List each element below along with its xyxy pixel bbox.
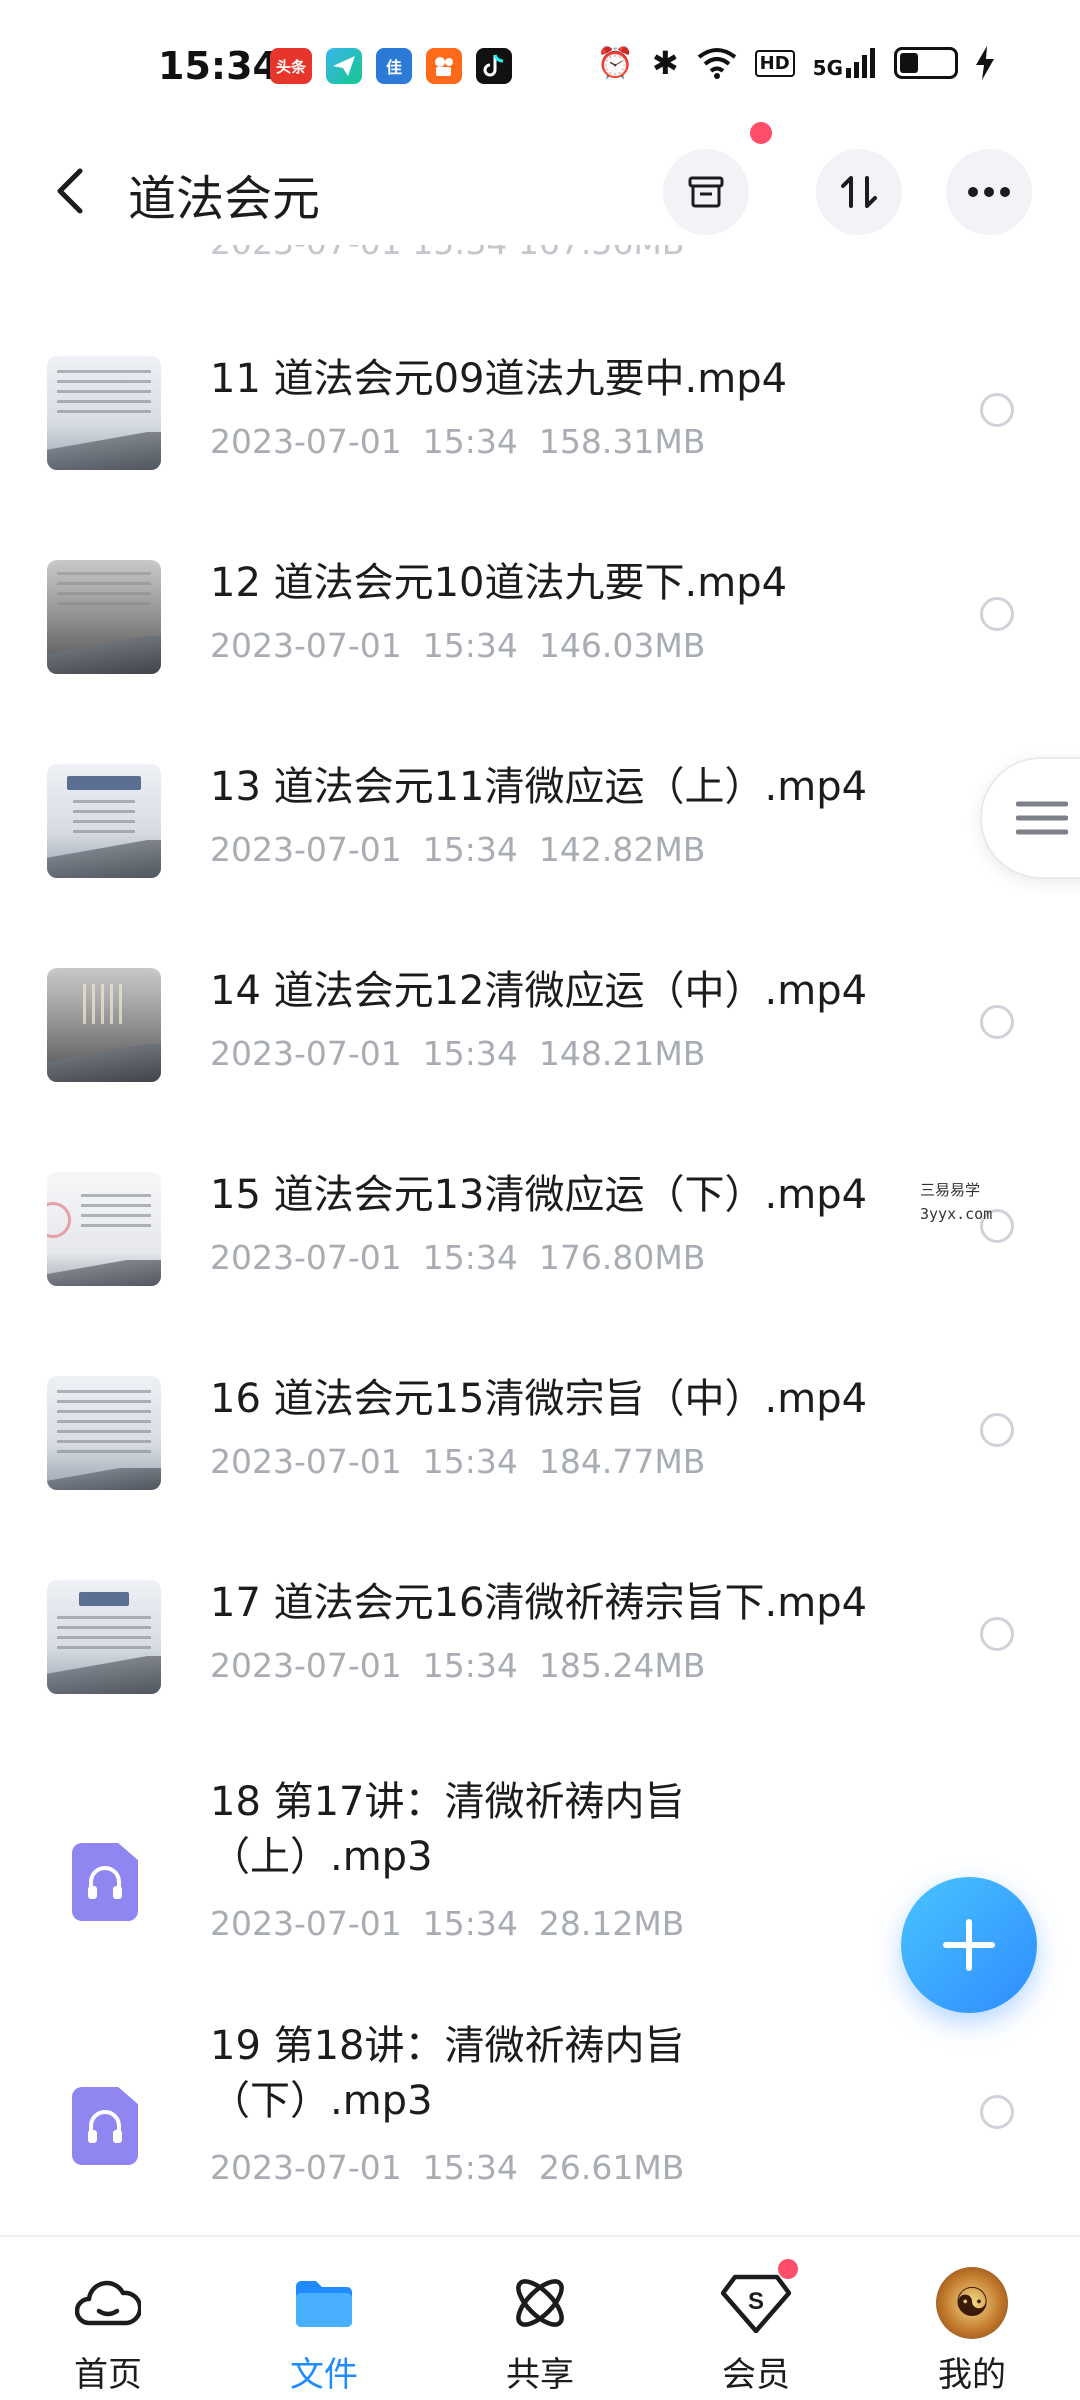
audio-file-icon [72, 2087, 138, 2165]
nav-home[interactable]: 首页 [28, 2237, 188, 2400]
file-name: 14 道法会元12清微应运（中）.mp4 [210, 968, 868, 1014]
feishu-icon [326, 48, 362, 84]
file-row[interactable]: 15 道法会元13清微应运（下）.mp4 2023-07-01 15:34 17… [0, 1127, 1080, 1331]
sort-arrows-icon [841, 176, 877, 208]
select-checkbox[interactable] [980, 1413, 1014, 1447]
nav-label: 首页 [74, 2355, 142, 2395]
archive-box-icon [688, 176, 724, 208]
kuaishou-icon [426, 48, 462, 84]
system-icons: ⏰ ✱ HD 5G [596, 44, 994, 82]
watermark-line-2: 3yyx.com [920, 1205, 993, 1223]
audio-file-icon [72, 1843, 138, 1921]
file-meta: 2023-07-01 15:34 148.21MB [210, 1034, 706, 1073]
more-dots-icon [968, 187, 1010, 197]
file-row[interactable]: 11 道法会元09道法九要中.mp4 2023-07-01 15:34 158.… [0, 311, 1080, 515]
network-type: 5G [812, 56, 843, 80]
file-meta: 2023-07-01 15:34 185.24MB [210, 1646, 706, 1685]
nav-share[interactable]: 共享 [460, 2237, 620, 2400]
sort-button[interactable] [816, 149, 902, 235]
video-thumbnail [47, 560, 161, 674]
file-name: 13 道法会元11清微应运（上）.mp4 [210, 764, 868, 810]
file-row[interactable]: 16 道法会元15清微宗旨（中）.mp4 2023-07-01 15:34 18… [0, 1331, 1080, 1535]
partial-file-row[interactable]: 2023-07-01 15:34 167.56MB [0, 245, 1080, 271]
watermark-line-1: 三易易学 [920, 1181, 981, 1199]
nav-vip[interactable]: S 会员 [676, 2237, 836, 2400]
nav-files[interactable]: 文件 [244, 2237, 404, 2400]
folder-icon [288, 2267, 360, 2339]
file-name-line-2: （上）.mp3 [210, 1834, 433, 1880]
vip-diamond-icon: S [720, 2259, 798, 2339]
plus-icon [943, 1919, 995, 1971]
svg-text:S: S [748, 2288, 764, 2315]
archive-button[interactable] [663, 149, 749, 235]
notification-icons: 头条 佳 [270, 48, 512, 84]
signal-icon: 5G [813, 48, 876, 78]
file-meta: 2023-07-01 15:34 167.56MB [210, 245, 684, 262]
select-checkbox[interactable] [980, 2095, 1014, 2129]
file-name-line-1: 19 第18讲：清微祈祷内旨 [210, 2023, 685, 2069]
file-meta: 2023-07-01 15:34 28.12MB [210, 1904, 685, 1943]
nav-label: 共享 [506, 2355, 574, 2395]
more-button[interactable] [946, 149, 1032, 235]
file-meta: 2023-07-01 15:34 146.03MB [210, 626, 706, 665]
vip-badge-dot [778, 2259, 798, 2279]
headphones-icon [88, 2110, 122, 2143]
file-name-line-1: 18 第17讲：清微祈祷内旨 [210, 1779, 685, 1825]
file-meta: 2023-07-01 15:34 26.61MB [210, 2148, 685, 2187]
video-thumbnail [47, 1580, 161, 1694]
jia-app-icon: 佳 [376, 48, 412, 84]
bottom-nav: 首页 文件 共享 S 会员 我的 [0, 2235, 1080, 2400]
file-name: 16 道法会元15清微宗旨（中）.mp4 [210, 1376, 868, 1422]
video-thumbnail [47, 968, 161, 1082]
file-meta: 2023-07-01 15:34 158.31MB [210, 422, 706, 461]
nav-label: 会员 [722, 2355, 790, 2395]
cloud-home-icon [72, 2267, 144, 2339]
back-arrow-icon [57, 168, 83, 214]
video-thumbnail [47, 1376, 161, 1490]
status-bar: 15:34 头条 佳 ⏰ ✱ HD 5G [0, 0, 1080, 135]
charging-icon [976, 46, 994, 80]
battery-icon [894, 47, 958, 79]
notification-dot [750, 122, 772, 144]
file-meta: 2023-07-01 15:34 142.82MB [210, 830, 706, 869]
file-name: 11 道法会元09道法九要中.mp4 [210, 356, 788, 402]
select-checkbox[interactable] [980, 1617, 1014, 1651]
nav-profile[interactable]: 我的 [892, 2237, 1052, 2400]
status-time: 15:34 [158, 44, 279, 88]
add-button[interactable] [901, 1877, 1037, 2013]
wifi-icon [697, 48, 736, 79]
select-checkbox[interactable] [980, 1005, 1014, 1039]
file-name-line-2: （下）.mp3 [210, 2078, 433, 2124]
select-checkbox[interactable] [980, 393, 1014, 427]
file-row[interactable]: 14 道法会元12清微应运（中）.mp4 2023-07-01 15:34 14… [0, 923, 1080, 1127]
video-thumbnail [47, 1172, 161, 1286]
file-meta: 2023-07-01 15:34 176.80MB [210, 1238, 706, 1277]
file-name: 15 道法会元13清微应运（下）.mp4 [210, 1172, 868, 1218]
tiktok-icon [476, 48, 512, 84]
nav-label: 我的 [938, 2355, 1006, 2395]
file-row[interactable]: 19 第18讲：清微祈祷内旨 （下）.mp3 2023-07-01 15:34 … [0, 1983, 1080, 2227]
nav-label: 文件 [290, 2355, 358, 2395]
alarm-icon: ⏰ [596, 45, 634, 81]
avatar [936, 2267, 1008, 2339]
bluetooth-icon: ✱ [651, 44, 679, 82]
file-row[interactable]: 12 道法会元10道法九要下.mp4 2023-07-01 15:34 146.… [0, 515, 1080, 719]
video-thumbnail [47, 356, 161, 470]
toutiao-icon: 头条 [270, 48, 312, 84]
hd-badge: HD [754, 49, 795, 77]
video-thumbnail [47, 764, 161, 878]
file-row[interactable]: 13 道法会元11清微应运（上）.mp4 2023-07-01 15:34 14… [0, 719, 1080, 923]
file-name: 17 道法会元16清微祈祷宗旨下.mp4 [210, 1580, 868, 1626]
file-meta: 2023-07-01 15:34 184.77MB [210, 1442, 706, 1481]
menu-lines-icon [1016, 801, 1068, 835]
headphones-icon [88, 1866, 122, 1899]
file-row[interactable]: 17 道法会元16清微祈祷宗旨下.mp4 2023-07-01 15:34 18… [0, 1535, 1080, 1739]
back-button[interactable] [48, 163, 98, 219]
page-title: 道法会元 [128, 171, 321, 227]
file-name: 12 道法会元10道法九要下.mp4 [210, 560, 788, 606]
watermark: 三易易学 3yyx.com [920, 1178, 992, 1226]
atom-share-icon [504, 2267, 576, 2339]
header: 道法会元 [0, 122, 1080, 245]
select-checkbox[interactable] [980, 597, 1014, 631]
